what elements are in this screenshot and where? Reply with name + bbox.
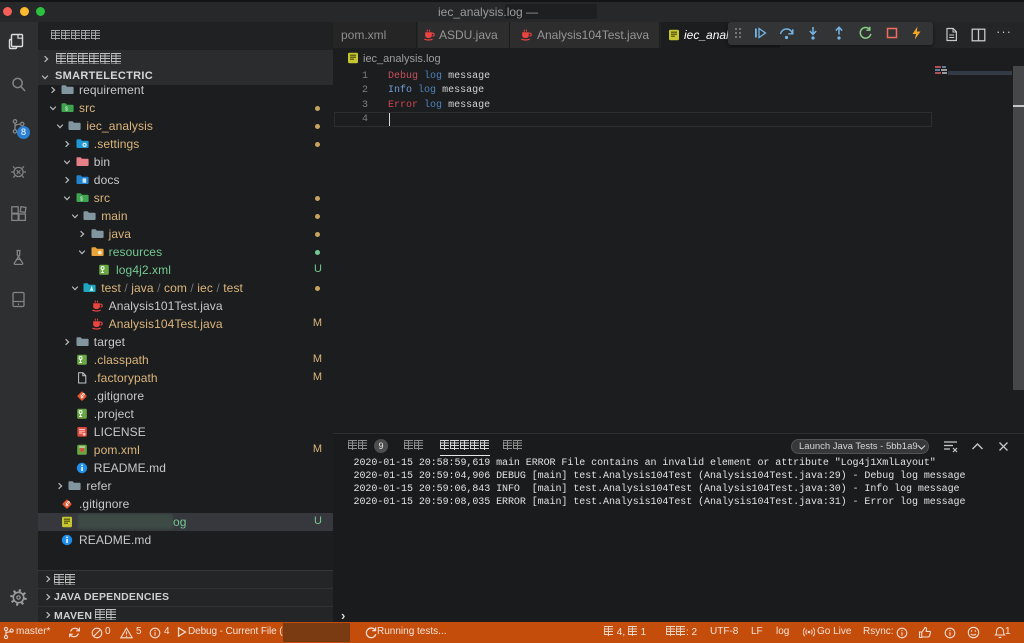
svg-text:$: $ — [80, 197, 83, 203]
svg-text:$: $ — [65, 107, 68, 113]
